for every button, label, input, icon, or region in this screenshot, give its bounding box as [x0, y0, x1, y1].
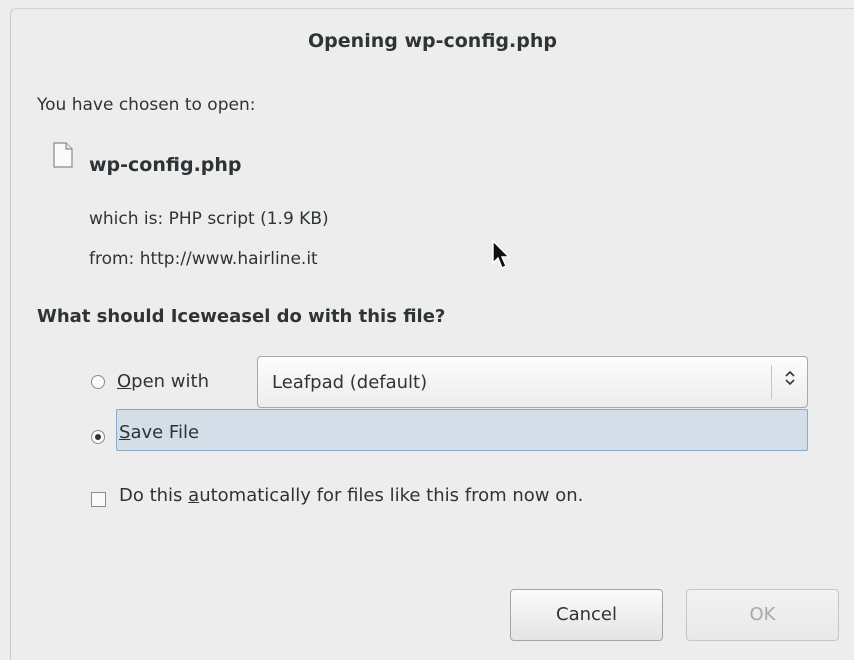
open-with-label[interactable]: Open with — [117, 371, 209, 392]
cancel-button[interactable]: Cancel — [510, 589, 663, 641]
dialog-title: Opening wp-config.php — [308, 30, 557, 52]
auto-label[interactable]: Do this automatically for files like thi… — [119, 485, 583, 506]
ok-button[interactable]: OK — [686, 589, 839, 641]
open-with-mnemonic: O — [117, 371, 132, 392]
open-file-dialog: Opening wp-config.php You have chosen to… — [10, 8, 854, 660]
file-name: wp-config.php — [89, 154, 242, 176]
action-question: What should Iceweasel do with this file? — [37, 306, 446, 327]
application-select-value: Leafpad (default) — [272, 372, 428, 393]
updown-chevron-icon[interactable] — [774, 369, 806, 395]
save-file-mnemonic: S — [119, 422, 131, 443]
save-file-row[interactable] — [116, 409, 808, 451]
file-type: which is: PHP script (1.9 KB) — [89, 209, 329, 229]
open-with-label-text: pen with — [131, 371, 209, 392]
auto-label-before: Do this — [119, 485, 189, 506]
file-source: from: http://www.hairline.it — [89, 249, 318, 269]
save-file-label-text: ave File — [130, 422, 200, 443]
intro-text: You have chosen to open: — [37, 95, 256, 115]
auto-label-after: utomatically for files like this from no… — [199, 485, 584, 506]
mouse-cursor-icon — [492, 239, 511, 269]
save-file-label[interactable]: Save File — [119, 422, 199, 443]
save-file-radio[interactable] — [91, 430, 105, 444]
combo-separator — [771, 365, 772, 399]
document-icon — [53, 142, 73, 168]
application-select[interactable]: Leafpad (default) — [257, 356, 808, 408]
auto-label-mnemonic: a — [188, 485, 200, 506]
auto-checkbox[interactable] — [91, 492, 106, 507]
open-with-radio[interactable] — [91, 375, 105, 389]
